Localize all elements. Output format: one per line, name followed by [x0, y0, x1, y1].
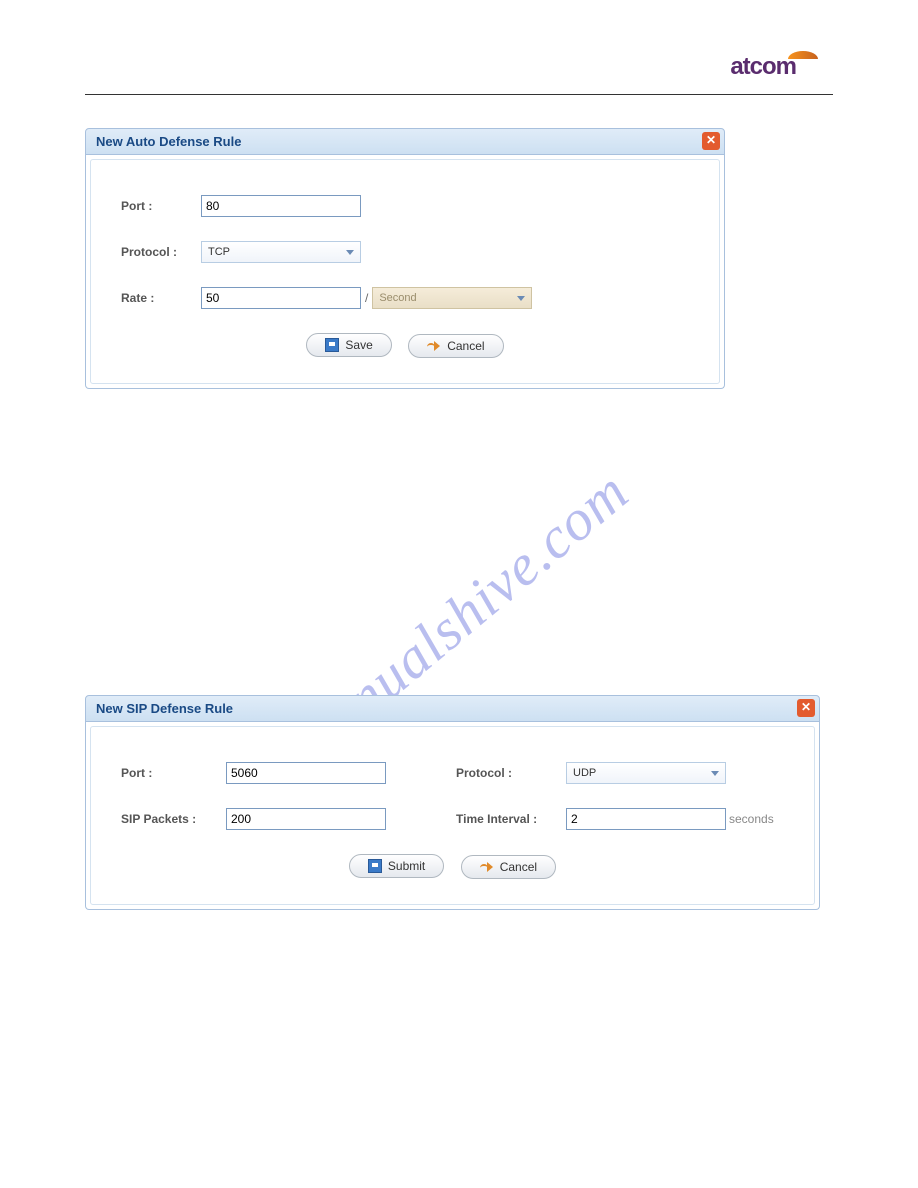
- close-icon[interactable]: ✕: [797, 699, 815, 717]
- save-label: Save: [345, 338, 372, 352]
- logo-swoosh-icon: [788, 51, 818, 59]
- button-row: Save Cancel: [121, 333, 689, 358]
- rate-slash: /: [365, 291, 368, 305]
- packets-pair: SIP Packets :: [121, 808, 386, 830]
- rate-label: Rate :: [121, 291, 201, 305]
- row-2: SIP Packets : Time Interval : seconds: [121, 808, 784, 830]
- rate-unit-select[interactable]: Second: [372, 287, 532, 309]
- rate-unit-value: Second: [379, 292, 416, 304]
- close-icon[interactable]: ✕: [702, 132, 720, 150]
- protocol-label: Protocol :: [121, 245, 201, 259]
- interval-input[interactable]: [566, 808, 726, 830]
- port-label: Port :: [121, 766, 226, 780]
- protocol-pair: Protocol : UDP: [456, 762, 726, 784]
- port-input[interactable]: [201, 195, 361, 217]
- panel-inner: Port : Protocol : UDP SIP Packets : Time…: [90, 726, 815, 905]
- cancel-label: Cancel: [500, 860, 537, 874]
- port-row: Port :: [121, 195, 689, 217]
- panel-title: New Auto Defense Rule: [96, 134, 241, 149]
- brand-text: atcom: [730, 53, 796, 80]
- row-1: Port : Protocol : UDP: [121, 762, 784, 784]
- panel-inner: Port : Protocol : TCP Rate : / Second: [90, 159, 720, 384]
- interval-suffix: seconds: [729, 812, 774, 826]
- panel-title-bar: New Auto Defense Rule ✕: [85, 128, 725, 155]
- cancel-label: Cancel: [447, 339, 484, 353]
- save-button[interactable]: Save: [306, 333, 391, 357]
- sip-defense-panel: New SIP Defense Rule ✕ Port : Protocol :…: [85, 695, 820, 910]
- packets-input[interactable]: [226, 808, 386, 830]
- port-label: Port :: [121, 199, 201, 213]
- save-icon: [368, 859, 382, 873]
- rate-row: Rate : / Second: [121, 287, 689, 309]
- arrow-icon: [480, 861, 494, 873]
- port-pair: Port :: [121, 762, 386, 784]
- protocol-value: UDP: [573, 767, 596, 779]
- cancel-button[interactable]: Cancel: [461, 855, 556, 879]
- brand-logo: atcom: [730, 53, 818, 81]
- panel-title-bar: New SIP Defense Rule ✕: [85, 695, 820, 722]
- submit-label: Submit: [388, 859, 425, 873]
- panel-title: New SIP Defense Rule: [96, 701, 233, 716]
- cancel-button[interactable]: Cancel: [408, 334, 503, 358]
- port-input[interactable]: [226, 762, 386, 784]
- protocol-value: TCP: [208, 246, 230, 258]
- protocol-select[interactable]: UDP: [566, 762, 726, 784]
- rate-input[interactable]: [201, 287, 361, 309]
- panel-body: Port : Protocol : UDP SIP Packets : Time…: [85, 722, 820, 910]
- arrow-icon: [427, 340, 441, 352]
- protocol-row: Protocol : TCP: [121, 241, 689, 263]
- packets-label: SIP Packets :: [121, 812, 226, 826]
- button-row: Submit Cancel: [121, 854, 784, 879]
- panel-body: Port : Protocol : TCP Rate : / Second: [85, 155, 725, 389]
- protocol-select[interactable]: TCP: [201, 241, 361, 263]
- submit-button[interactable]: Submit: [349, 854, 444, 878]
- protocol-label: Protocol :: [456, 766, 566, 780]
- save-icon: [325, 338, 339, 352]
- interval-label: Time Interval :: [456, 812, 566, 826]
- page-header: atcom: [85, 45, 833, 95]
- auto-defense-panel: New Auto Defense Rule ✕ Port : Protocol …: [85, 128, 725, 389]
- interval-pair: Time Interval : seconds: [456, 808, 774, 830]
